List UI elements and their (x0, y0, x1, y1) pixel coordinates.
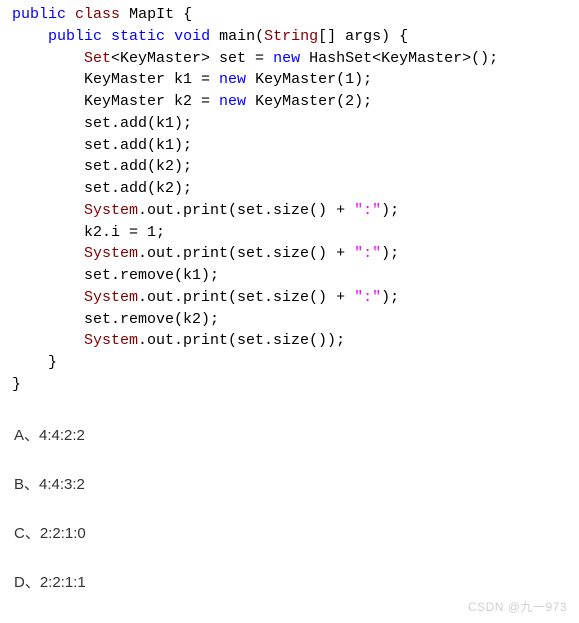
class-name: MapIt { (129, 6, 192, 23)
code-text: ); (381, 289, 399, 306)
watermark-csdn: CSDN @九一973 (468, 598, 567, 615)
code-text: KeyMaster k1 = (84, 71, 219, 88)
system-class: System (84, 332, 138, 349)
answer-option-c: C、2:2:1:0 (14, 522, 579, 543)
code-block: public class MapIt { public static void … (0, 4, 579, 396)
code-text: KeyMaster(1); (246, 71, 372, 88)
code-text: .out.print(set.size() + (138, 202, 354, 219)
brace-close: } (12, 376, 21, 393)
method-main: main( (219, 28, 264, 45)
system-class: System (84, 202, 138, 219)
answer-option-b: B、4:4:3:2 (14, 473, 579, 494)
answer-options: A、4:4:2:2 B、4:4:3:2 C、2:2:1:0 D、2:2:1:1 (0, 424, 579, 592)
code-line: set.add(k1); (84, 137, 192, 154)
code-text: KeyMaster(2); (246, 93, 372, 110)
keyword-static: static (111, 28, 165, 45)
keyword-new: new (219, 93, 246, 110)
code-line: set.remove(k1); (84, 267, 219, 284)
code-text: .out.print(set.size()); (138, 332, 345, 349)
answer-option-a: A、4:4:2:2 (14, 424, 579, 445)
answer-option-d: D、2:2:1:1 (14, 571, 579, 592)
code-text: .out.print(set.size() + (138, 289, 354, 306)
string-literal: ":" (354, 202, 381, 219)
code-text: KeyMaster k2 = (84, 93, 219, 110)
keyword-new: new (219, 71, 246, 88)
keyword-public: public (48, 28, 102, 45)
keyword-void: void (174, 28, 210, 45)
keyword-new: new (273, 50, 300, 67)
args-text: [] args) { (318, 28, 408, 45)
string-literal: ":" (354, 289, 381, 306)
generic-text: <KeyMaster> set = (111, 50, 273, 67)
code-line: set.add(k2); (84, 180, 192, 197)
code-text: .out.print(set.size() + (138, 245, 354, 262)
code-line: k2.i = 1; (84, 224, 165, 241)
code-text: ); (381, 202, 399, 219)
type-string: String (264, 28, 318, 45)
string-literal: ":" (354, 245, 381, 262)
keyword-class: class (75, 6, 120, 23)
system-class: System (84, 245, 138, 262)
system-class: System (84, 289, 138, 306)
code-line: set.add(k1); (84, 115, 192, 132)
code-line: set.add(k2); (84, 158, 192, 175)
code-line: set.remove(k2); (84, 311, 219, 328)
type-set: Set (84, 50, 111, 67)
hashset-text: HashSet<KeyMaster>(); (300, 50, 498, 67)
brace-close: } (48, 354, 57, 371)
code-text: ); (381, 245, 399, 262)
keyword-public: public (12, 6, 66, 23)
